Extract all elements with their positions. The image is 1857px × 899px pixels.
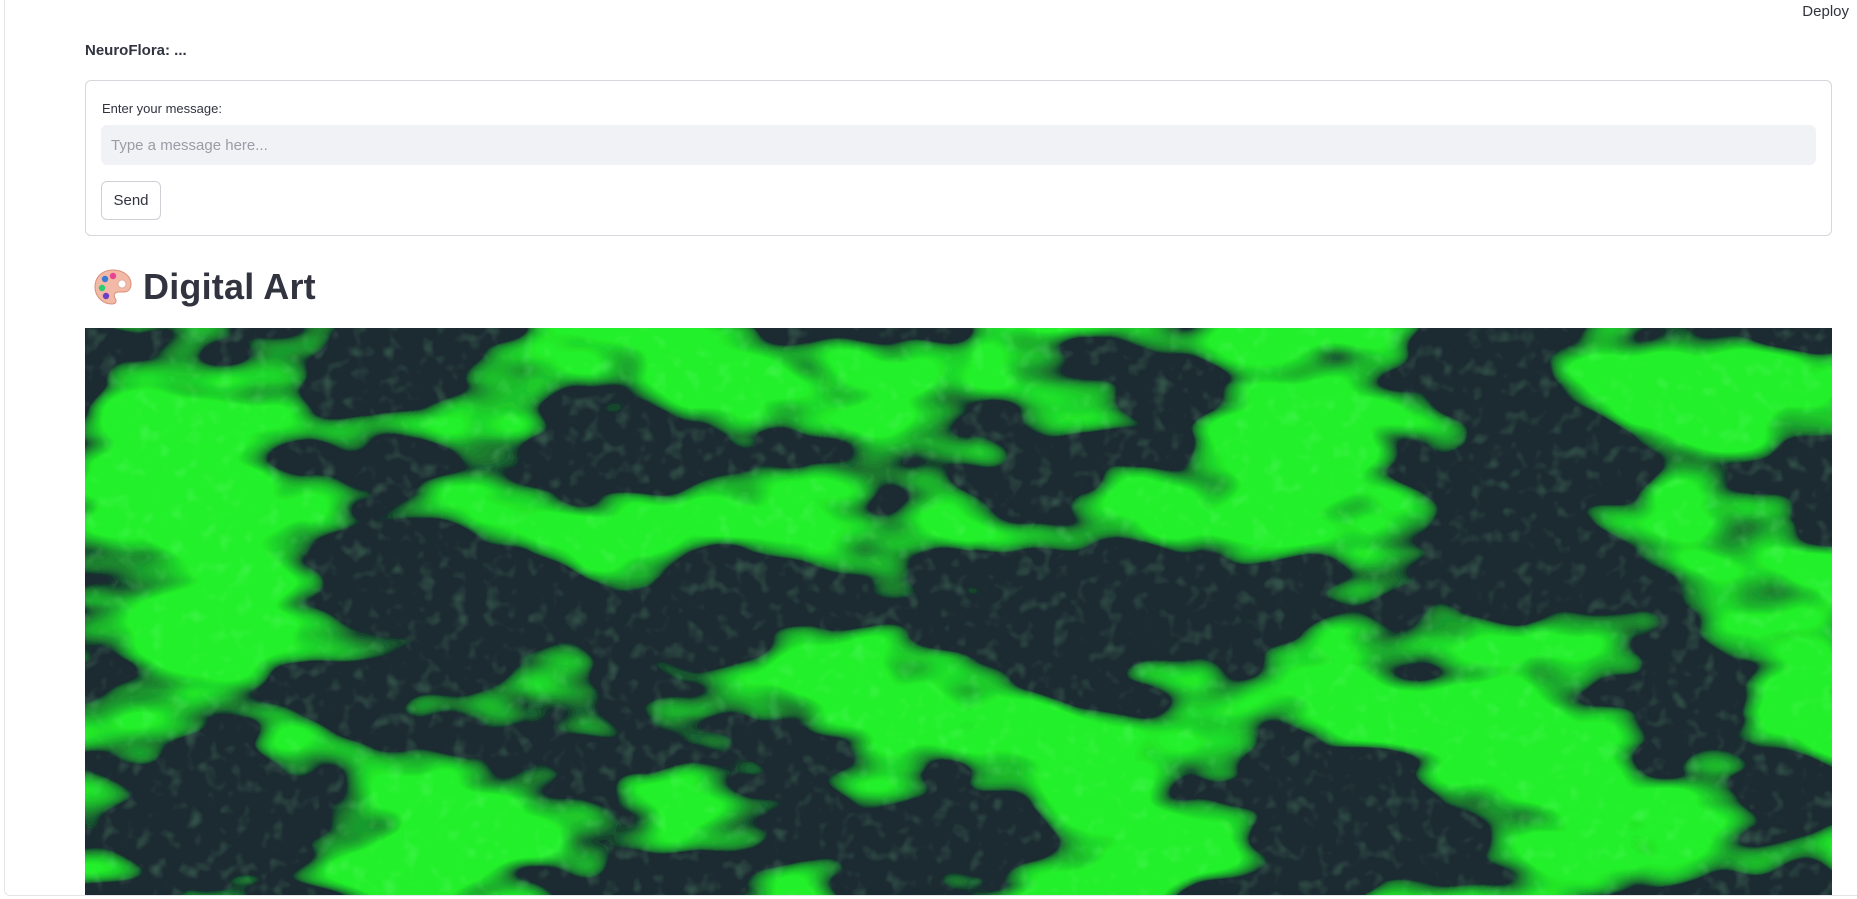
send-button[interactable]: Send (101, 181, 161, 220)
deploy-button[interactable]: Deploy (1800, 2, 1851, 21)
status-text: NeuroFlora: ... (85, 42, 187, 59)
app-frame: Deploy NeuroFlora: ... Enter your messag… (4, 0, 1857, 896)
digital-art-heading: Digital Art (93, 266, 316, 308)
section-title: Digital Art (143, 266, 316, 307)
message-form: Enter your message: Send (85, 80, 1832, 236)
digital-art-image (85, 328, 1832, 895)
artist-palette-icon (94, 269, 132, 305)
message-label: Enter your message: (102, 101, 222, 116)
message-input[interactable] (101, 125, 1816, 165)
